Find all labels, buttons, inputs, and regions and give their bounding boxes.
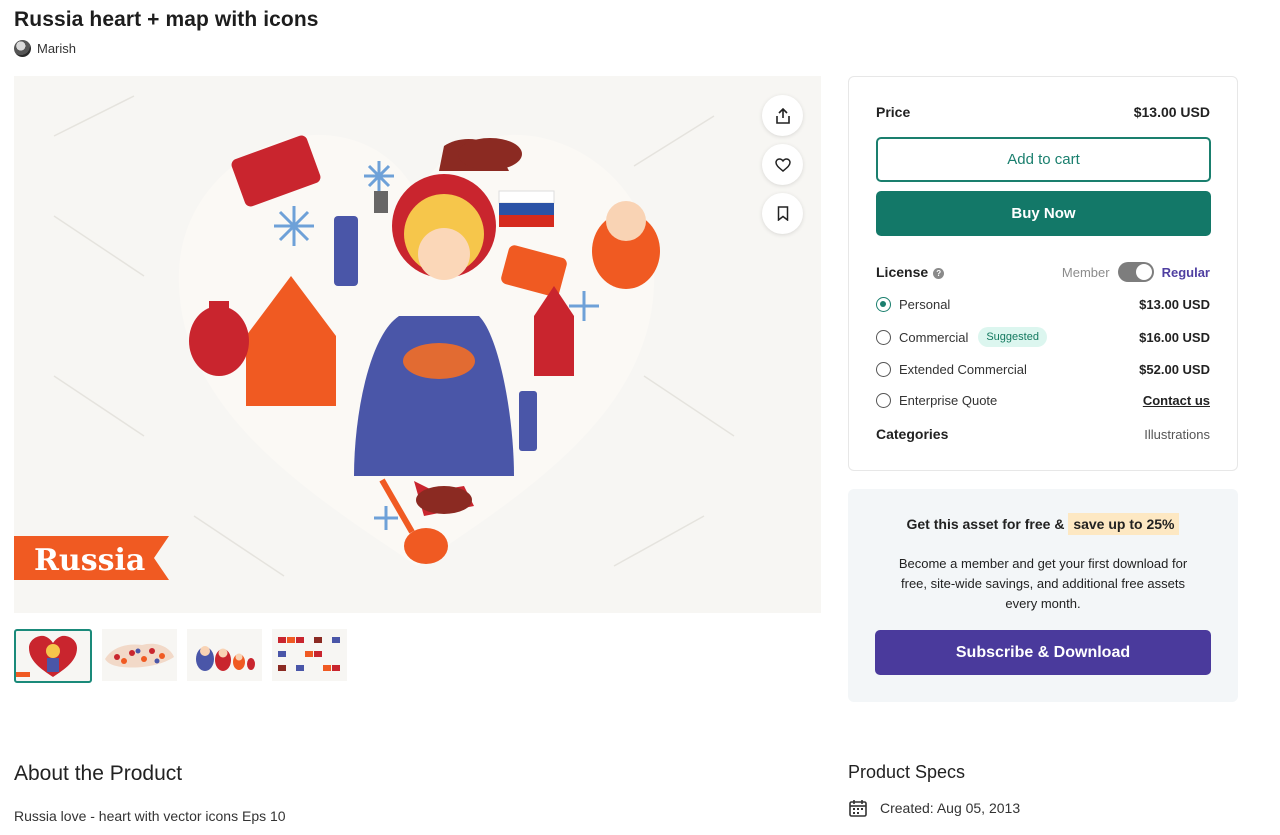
license-option-commercial[interactable]: Commercial Suggested $16.00 USD (876, 327, 1210, 347)
calendar-icon (849, 800, 867, 817)
help-icon[interactable]: ? (933, 268, 945, 279)
product-preview-image[interactable]: Russia (14, 76, 821, 613)
categories-value[interactable]: Illustrations (1144, 427, 1210, 442)
created-text: Created: Aug 05, 2013 (880, 800, 1021, 816)
option-price: $16.00 USD (1139, 329, 1210, 345)
author-name: Marish (37, 41, 77, 56)
thumbnail-4[interactable] (272, 629, 347, 681)
price-row: Price $13.00 USD (876, 104, 1210, 120)
add-to-cart-button[interactable]: Add to cart (876, 137, 1211, 182)
author-link[interactable]: Marish (14, 40, 76, 57)
thumbnail-heart-image (16, 635, 77, 677)
russia-heart-illustration: Russia (14, 95, 735, 580)
toggle-member-label: Member (1061, 264, 1110, 280)
thumbnail-strip (14, 629, 347, 683)
contact-us-link[interactable]: Contact us (1143, 393, 1210, 408)
categories-label: Categories (876, 426, 949, 442)
license-label: License? (876, 264, 945, 280)
promo-heading: Get this asset for free & save up to 25% (848, 513, 1238, 535)
subscribe-download-button[interactable]: Subscribe & Download (875, 630, 1211, 675)
radio-personal[interactable] (876, 297, 891, 312)
product-description: Russia love - heart with vector icons Ep… (14, 808, 286, 824)
radio-enterprise[interactable] (876, 393, 891, 408)
option-label: Extended Commercial (899, 362, 1027, 377)
like-button[interactable] (762, 144, 803, 185)
thumbnail-dolls-image (196, 646, 255, 671)
categories-row: Categories Illustrations (876, 426, 1210, 442)
license-option-personal[interactable]: Personal $13.00 USD (876, 297, 1210, 312)
buy-now-button[interactable]: Buy Now (876, 191, 1211, 236)
option-price: $13.00 USD (1139, 297, 1210, 312)
about-heading: About the Product (14, 762, 183, 785)
price-value: $13.00 USD (1133, 104, 1210, 120)
license-option-extended[interactable]: Extended Commercial $52.00 USD (876, 362, 1210, 377)
membership-promo: Get this asset for free & save up to 25%… (848, 489, 1238, 702)
option-price: $52.00 USD (1139, 362, 1210, 377)
radio-extended[interactable] (876, 362, 891, 377)
option-label: Enterprise Quote (899, 393, 998, 408)
specs-heading: Product Specs (848, 762, 966, 782)
price-label: Price (876, 104, 911, 120)
avatar (14, 40, 31, 57)
suggested-badge: Suggested (978, 327, 1047, 347)
thumbnail-map-image (105, 643, 174, 668)
thumbnail-3[interactable] (187, 629, 262, 681)
license-toggle-group: Member Regular (1062, 262, 1210, 282)
created-date: Created: Aug 05, 2013 (848, 798, 1020, 818)
promo-highlight: save up to 25% (1068, 513, 1180, 535)
license-option-enterprise[interactable]: Enterprise Quote Contact us (876, 393, 1210, 408)
banner-text: Russia (34, 543, 145, 578)
purchase-card: Price $13.00 USD Add to cart Buy Now Lic… (848, 76, 1238, 471)
option-label: Personal (899, 297, 951, 312)
radio-commercial[interactable] (876, 329, 891, 345)
thumbnail-2[interactable] (102, 629, 177, 681)
promo-body: Become a member and get your first downl… (898, 556, 1188, 611)
license-row: License? Member Regular (876, 262, 1210, 282)
toggle-knob (1135, 264, 1152, 280)
option-label: Commercial (899, 329, 969, 345)
thumbnail-1[interactable] (14, 629, 92, 683)
heart-icon (774, 157, 791, 172)
bookmark-icon (777, 206, 788, 221)
share-button[interactable] (762, 95, 803, 136)
toggle-regular-label: Regular (1161, 264, 1210, 280)
product-title: Russia heart + map with icons (14, 8, 319, 31)
bookmark-button[interactable] (762, 193, 803, 234)
member-regular-toggle[interactable] (1117, 262, 1154, 282)
share-icon (775, 107, 790, 124)
thumbnail-icons-image (278, 637, 340, 671)
